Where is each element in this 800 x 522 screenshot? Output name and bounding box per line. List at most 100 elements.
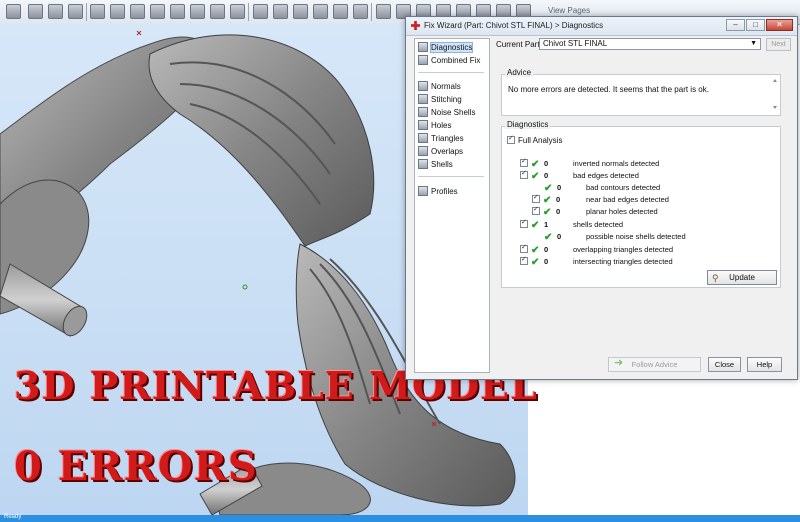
current-part-select[interactable]: Chivot STL FINAL ▼ <box>539 38 761 50</box>
nav-item-noise-shells[interactable]: Noise Shells <box>418 107 475 119</box>
current-part-label: Current Part: <box>496 40 542 49</box>
diag-checkbox[interactable] <box>520 255 528 265</box>
toolbar-tool-icon[interactable] <box>210 4 225 19</box>
toolbar-tool-icon[interactable] <box>273 4 288 19</box>
toolbar-tool-icon[interactable] <box>253 4 268 19</box>
diag-checkbox[interactable] <box>520 169 528 179</box>
toolbar-tool-icon[interactable] <box>230 4 245 19</box>
close-icon: ✕ <box>776 20 783 29</box>
overlaps-icon <box>418 146 428 156</box>
toolbar-tool-icon[interactable] <box>6 4 21 19</box>
nav-item-diagnostics[interactable]: Diagnostics <box>418 42 474 54</box>
nav-item-profiles[interactable]: Profiles <box>418 186 458 198</box>
diag-checkbox[interactable] <box>520 218 528 228</box>
checkbox-icon <box>507 134 515 144</box>
toolbar-tool-icon[interactable] <box>353 4 368 19</box>
dialog-title: Fix Wizard (Part: Chivot STL FINAL) > Di… <box>424 21 604 30</box>
green-check-icon: ✔ <box>531 220 540 231</box>
green-check-icon: ✔ <box>543 195 552 206</box>
stitching-icon <box>418 94 428 104</box>
nav-item-triangles[interactable]: Triangles <box>418 133 464 145</box>
nav-item-shells[interactable]: Shells <box>418 159 453 171</box>
diag-checkbox[interactable] <box>532 193 540 203</box>
toolbar-tool-icon[interactable] <box>170 4 185 19</box>
diag-label: inverted normals detected <box>573 159 660 168</box>
magnifier-icon: ⚲ <box>712 273 719 283</box>
green-check-icon: ✔ <box>544 232 553 243</box>
diag-label: possible noise shells detected <box>586 232 686 241</box>
advice-group: Advice No more errors are detected. It s… <box>501 68 781 116</box>
status-text: Ready <box>4 514 22 520</box>
diag-row-shells: ✔ 1 shells detected <box>520 218 770 231</box>
toolbar-tool-icon[interactable] <box>293 4 308 19</box>
normals-icon <box>418 81 428 91</box>
toolbar-tool-icon[interactable] <box>150 4 165 19</box>
green-check-icon: ✔ <box>544 183 553 194</box>
help-button[interactable]: Help <box>747 357 782 372</box>
nav-item-overlaps[interactable]: Overlaps <box>418 146 463 158</box>
next-button[interactable]: Next <box>766 38 791 51</box>
combined-fix-icon <box>418 55 428 65</box>
nav-item-holes[interactable]: Holes <box>418 120 451 132</box>
minimize-button[interactable]: – <box>726 19 745 31</box>
noise-shells-icon <box>418 107 428 117</box>
view-pages-menu[interactable]: View Pages <box>548 6 590 15</box>
nav-item-combined-fix[interactable]: Combined Fix <box>418 55 480 67</box>
toolbar-separator <box>86 3 87 21</box>
toolbar-separator <box>371 3 372 21</box>
nav-divider <box>418 72 484 73</box>
diag-row-bad-edges: ✔ 0 bad edges detected <box>520 169 770 182</box>
toolbar-tool-icon[interactable] <box>376 4 391 19</box>
green-check-icon: ✔ <box>531 171 540 182</box>
update-button[interactable]: ⚲ Update <box>707 270 777 285</box>
close-button[interactable]: Close <box>708 357 741 372</box>
diag-row-inverted-normals: ✔ 0 inverted normals detected <box>520 157 770 170</box>
toolbar-tool-icon[interactable] <box>333 4 348 19</box>
diag-checkbox[interactable] <box>520 157 528 167</box>
toolbar-separator <box>248 3 249 21</box>
nav-item-stitching[interactable]: Stitching <box>418 94 462 106</box>
overlay-subheadline: 0 ERRORS <box>14 443 258 490</box>
maximize-icon: □ <box>753 20 758 29</box>
diag-label: planar holes detected <box>586 207 658 216</box>
diag-row-overlapping-triangles: ✔ 0 overlapping triangles detected <box>520 243 770 256</box>
diag-checkbox[interactable] <box>520 243 528 253</box>
toolbar-tool-icon[interactable] <box>190 4 205 19</box>
advice-scrollbar[interactable] <box>772 77 778 111</box>
current-part-value: Chivot STL FINAL <box>543 39 608 48</box>
diag-label: shells detected <box>573 220 624 229</box>
dialog-titlebar[interactable]: Fix Wizard (Part: Chivot STL FINAL) > Di… <box>406 17 797 36</box>
diag-label: bad edges detected <box>573 171 639 180</box>
toolbar-tool-icon[interactable] <box>313 4 328 19</box>
nav-item-normals[interactable]: Normals <box>418 81 461 93</box>
diag-count: 0 <box>544 257 549 266</box>
advice-group-label: Advice <box>505 68 534 77</box>
toolbar-tool-icon[interactable] <box>90 4 105 19</box>
diag-row-planar-holes: ✔ 0 planar holes detected <box>532 205 770 218</box>
profiles-icon <box>418 186 428 196</box>
diag-row-noise-shells: ✔ 0 possible noise shells detected <box>544 232 770 243</box>
chevron-down-icon: ▼ <box>750 40 757 47</box>
toolbar-tool-icon[interactable] <box>28 4 43 19</box>
green-check-icon: ✔ <box>531 245 540 256</box>
diag-checkbox[interactable] <box>532 205 540 215</box>
diag-label: bad contours detected <box>586 183 661 192</box>
diag-count: 0 <box>556 207 561 216</box>
toolbar-tool-icon[interactable] <box>48 4 63 19</box>
status-bar: Ready <box>0 514 800 522</box>
diag-row-intersecting-triangles: ✔ 0 intersecting triangles detected <box>520 255 770 268</box>
nav-divider <box>418 176 484 177</box>
diag-row-near-bad-edges: ✔ 0 near bad edges detected <box>532 193 770 206</box>
minimize-icon: – <box>733 20 738 29</box>
full-analysis-checkbox[interactable]: Full Analysis <box>507 134 562 145</box>
diag-count: 0 <box>544 171 549 180</box>
red-cross-icon <box>411 21 420 30</box>
diag-count: 0 <box>557 183 562 192</box>
close-window-button[interactable]: ✕ <box>766 19 793 31</box>
toolbar-tool-icon[interactable] <box>130 4 145 19</box>
toolbar-tool-icon[interactable] <box>110 4 125 19</box>
toolbar-tool-icon[interactable] <box>68 4 83 19</box>
diagnostics-group-label: Diagnostics <box>505 120 551 129</box>
follow-advice-button[interactable]: ➜ Follow Advice <box>608 357 701 372</box>
maximize-button[interactable]: □ <box>746 19 765 31</box>
